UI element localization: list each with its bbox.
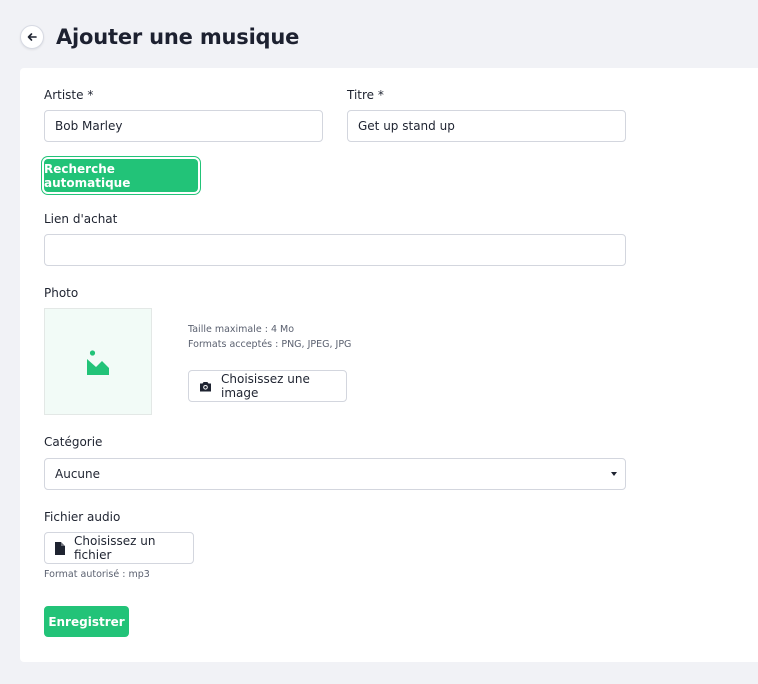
choose-file-button[interactable]: Choisissez un fichier — [44, 532, 194, 564]
photo-label: Photo — [44, 286, 79, 300]
save-button[interactable]: Enregistrer — [44, 606, 129, 637]
choose-file-label: Choisissez un fichier — [74, 534, 156, 562]
purchase-link-input[interactable] — [44, 234, 626, 266]
caret-down-icon — [611, 472, 617, 476]
page-header: Ajouter une musique — [20, 22, 299, 52]
camera-icon — [199, 381, 212, 392]
title-label: Titre * — [347, 88, 384, 102]
artist-label: Artiste * — [44, 88, 94, 102]
back-button[interactable] — [20, 25, 44, 49]
purchase-link-label: Lien d'achat — [44, 212, 118, 226]
auto-search-button[interactable]: Recherche automatique — [44, 159, 198, 192]
form-card: Artiste * Bob Marley Titre * Get up stan… — [20, 68, 758, 662]
category-label: Catégorie — [44, 435, 103, 449]
choose-image-label: Choisissez une image — [221, 372, 310, 400]
category-select[interactable]: Aucune — [44, 458, 626, 490]
audio-format-hint: Format autorisé : mp3 — [44, 569, 150, 580]
photo-max-size-hint: Taille maximale : 4 Mo — [188, 324, 295, 335]
title-input[interactable]: Get up stand up — [347, 110, 626, 142]
page-title: Ajouter une musique — [56, 25, 300, 49]
image-icon — [87, 349, 109, 375]
photo-preview[interactable] — [44, 308, 152, 415]
category-selected-value: Aucune — [55, 467, 101, 481]
file-icon — [55, 541, 65, 555]
arrow-left-icon — [26, 31, 38, 43]
artist-input[interactable]: Bob Marley — [44, 110, 323, 142]
choose-image-button[interactable]: Choisissez une image — [188, 370, 347, 402]
photo-formats-hint: Formats acceptés : PNG, JPEG, JPG — [188, 339, 352, 350]
audio-file-label: Fichier audio — [44, 510, 121, 524]
